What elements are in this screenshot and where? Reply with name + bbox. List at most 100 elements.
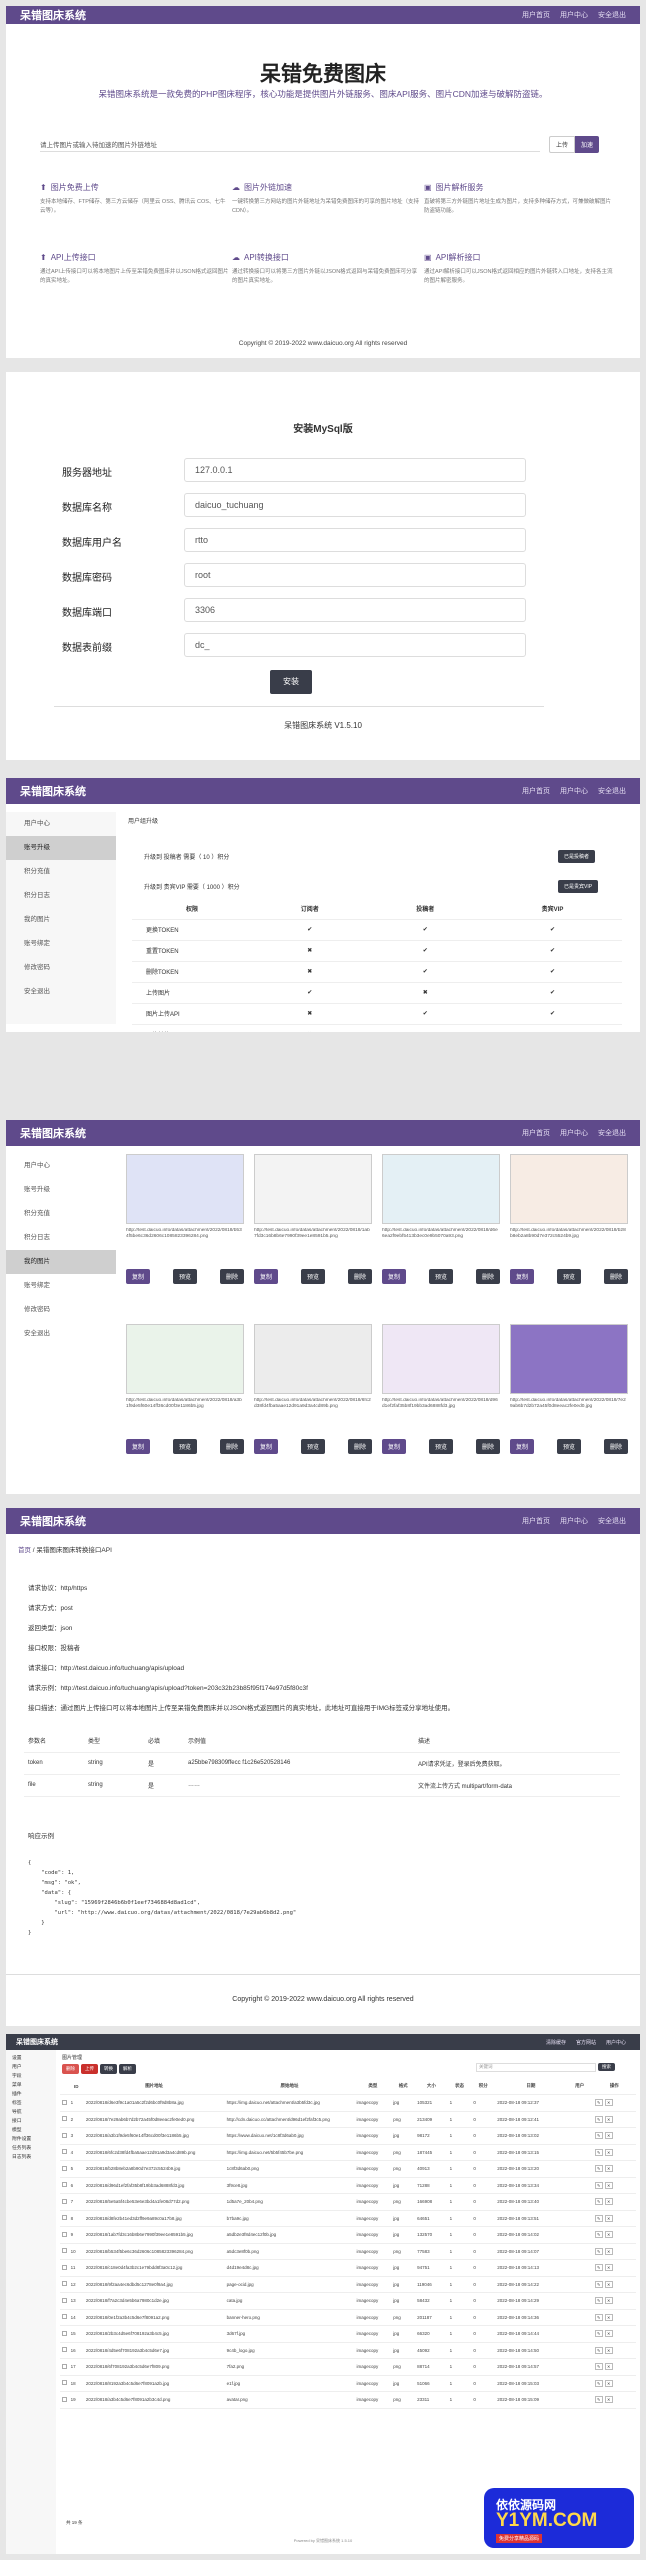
row-checkbox[interactable] (62, 2396, 67, 2402)
row-checkbox[interactable] (62, 2215, 67, 2221)
delete-icon[interactable]: ✕ (604, 2148, 613, 2156)
nav-home-link[interactable]: 用户首页 (522, 10, 550, 20)
edit-icon[interactable]: ✎ (594, 2396, 603, 2404)
delete-icon[interactable]: ✕ (604, 2396, 613, 2404)
copy-button[interactable]: 复制 (382, 1269, 407, 1284)
delete-button[interactable]: 删除 (475, 1269, 500, 1284)
sidebar-item-bind[interactable]: 账号绑定 (6, 932, 116, 956)
admin-menu-item[interactable]: 模型 (6, 2126, 56, 2135)
delete-icon[interactable]: ✕ (604, 2099, 613, 2107)
brand-logo[interactable]: 呆错图床系统 (20, 7, 86, 23)
edit-icon[interactable]: ✎ (594, 2148, 603, 2156)
sidebar-item-center[interactable]: 用户中心 (6, 812, 116, 836)
prefix-input[interactable]: dc_ (184, 633, 526, 657)
admin-menu-item[interactable]: 字段 (6, 2072, 56, 2081)
parse-button[interactable]: 解析 (119, 2064, 136, 2074)
sidebar-item-logout[interactable]: 安全退出 (6, 1322, 116, 1346)
contributor-badge[interactable]: 已是投稿者 (558, 850, 596, 863)
delete-icon[interactable]: ✕ (604, 2231, 613, 2239)
vip-badge[interactable]: 已是贵宾VIP (558, 880, 599, 893)
sidebar-item-bind[interactable]: 账号绑定 (6, 1274, 116, 1298)
row-checkbox[interactable] (62, 2380, 67, 2386)
brand-logo[interactable]: 呆错图床系统 (20, 1125, 86, 1141)
delete-icon[interactable]: ✕ (604, 2198, 613, 2206)
install-button[interactable]: 安装 (270, 670, 312, 694)
preview-button[interactable]: 预览 (428, 1269, 453, 1284)
row-checkbox[interactable] (62, 2231, 67, 2237)
copy-button[interactable]: 复制 (382, 1439, 407, 1454)
delete-icon[interactable]: ✕ (604, 2363, 613, 2371)
row-checkbox[interactable] (62, 2314, 67, 2320)
delete-button[interactable]: 删除 (347, 1439, 372, 1454)
nav-user-link[interactable]: 用户中心 (560, 1516, 588, 1526)
edit-icon[interactable]: ✎ (594, 2099, 603, 2107)
sidebar-item-recharge[interactable]: 积分充值 (6, 1202, 116, 1226)
nav-user-link[interactable]: 用户中心 (560, 1128, 588, 1138)
breadcrumb-home[interactable]: 首页 (18, 1547, 31, 1554)
edit-icon[interactable]: ✎ (594, 2297, 603, 2305)
preview-button[interactable]: 预览 (556, 1439, 581, 1454)
edit-icon[interactable]: ✎ (594, 2280, 603, 2288)
edit-icon[interactable]: ✎ (594, 2330, 603, 2338)
edit-icon[interactable]: ✎ (594, 2264, 603, 2272)
preview-button[interactable]: 预览 (556, 1269, 581, 1284)
row-checkbox[interactable] (62, 2165, 67, 2171)
brand-logo[interactable]: 呆错图床系统 (20, 1513, 86, 1529)
image-thumbnail[interactable] (510, 1154, 628, 1224)
dbport-input[interactable]: 3306 (184, 598, 526, 622)
speed-button[interactable]: 加速 (575, 136, 600, 153)
edit-icon[interactable]: ✎ (594, 2379, 603, 2387)
user-center-link[interactable]: 用户中心 (606, 2039, 626, 2046)
nav-logout-link[interactable]: 安全退出 (598, 10, 626, 20)
copy-button[interactable]: 复制 (126, 1269, 151, 1284)
search-button[interactable]: 搜索 (598, 2063, 615, 2071)
nav-logout-link[interactable]: 安全退出 (598, 786, 626, 796)
delete-button[interactable]: 删除 (219, 1439, 244, 1454)
image-thumbnail[interactable] (382, 1154, 500, 1224)
preview-button[interactable]: 预览 (300, 1269, 325, 1284)
edit-icon[interactable]: ✎ (594, 2181, 603, 2189)
admin-menu-item[interactable]: 菜单 (6, 2081, 56, 2090)
image-thumbnail[interactable] (254, 1324, 372, 1394)
delete-icon[interactable]: ✕ (604, 2330, 613, 2338)
copy-button[interactable]: 复制 (510, 1269, 535, 1284)
edit-icon[interactable]: ✎ (594, 2132, 603, 2140)
delete-icon[interactable]: ✕ (604, 2379, 613, 2387)
sidebar-item-center[interactable]: 用户中心 (6, 1154, 116, 1178)
upload-button[interactable]: 上传 (549, 136, 576, 153)
image-thumbnail[interactable] (126, 1324, 244, 1394)
dbname-input[interactable]: daicuo_tuchuang (184, 493, 526, 517)
clear-cache-link[interactable]: 清除缓存 (546, 2039, 566, 2046)
admin-menu-item[interactable]: 插件 (6, 2090, 56, 2099)
delete-icon[interactable]: ✕ (604, 2115, 613, 2123)
sidebar-item-upgrade[interactable]: 账号升级 (6, 836, 116, 860)
edit-icon[interactable]: ✎ (594, 2247, 603, 2255)
image-thumbnail[interactable] (126, 1154, 244, 1224)
search-input[interactable]: 关键词 (476, 2063, 596, 2072)
row-checkbox[interactable] (62, 2297, 67, 2303)
nav-logout-link[interactable]: 安全退出 (598, 1516, 626, 1526)
admin-menu-item[interactable]: 导航 (6, 2108, 56, 2117)
image-thumbnail[interactable] (510, 1324, 628, 1394)
delete-icon[interactable]: ✕ (604, 2346, 613, 2354)
delete-icon[interactable]: ✕ (604, 2280, 613, 2288)
row-checkbox[interactable] (62, 2149, 67, 2155)
delete-icon[interactable]: ✕ (604, 2181, 613, 2189)
delete-button[interactable]: 删除 (219, 1269, 244, 1284)
delete-icon[interactable]: ✕ (604, 2264, 613, 2272)
edit-icon[interactable]: ✎ (594, 2231, 603, 2239)
row-checkbox[interactable] (62, 2264, 67, 2270)
copy-button[interactable]: 复制 (126, 1439, 151, 1454)
nav-home-link[interactable]: 用户首页 (522, 1128, 550, 1138)
nav-user-link[interactable]: 用户中心 (560, 786, 588, 796)
delete-icon[interactable]: ✕ (604, 2132, 613, 2140)
sidebar-item-log[interactable]: 积分日志 (6, 1226, 116, 1250)
row-checkbox[interactable] (62, 2099, 67, 2105)
nav-home-link[interactable]: 用户首页 (522, 786, 550, 796)
sidebar-item-images[interactable]: 我的图片 (6, 908, 116, 932)
upload-button[interactable]: 上传 (81, 2064, 98, 2074)
row-checkbox[interactable] (62, 2182, 67, 2188)
image-thumbnail[interactable] (254, 1154, 372, 1224)
delete-button[interactable]: 删除 (475, 1439, 500, 1454)
admin-menu-item[interactable]: 用户 (6, 2063, 56, 2072)
